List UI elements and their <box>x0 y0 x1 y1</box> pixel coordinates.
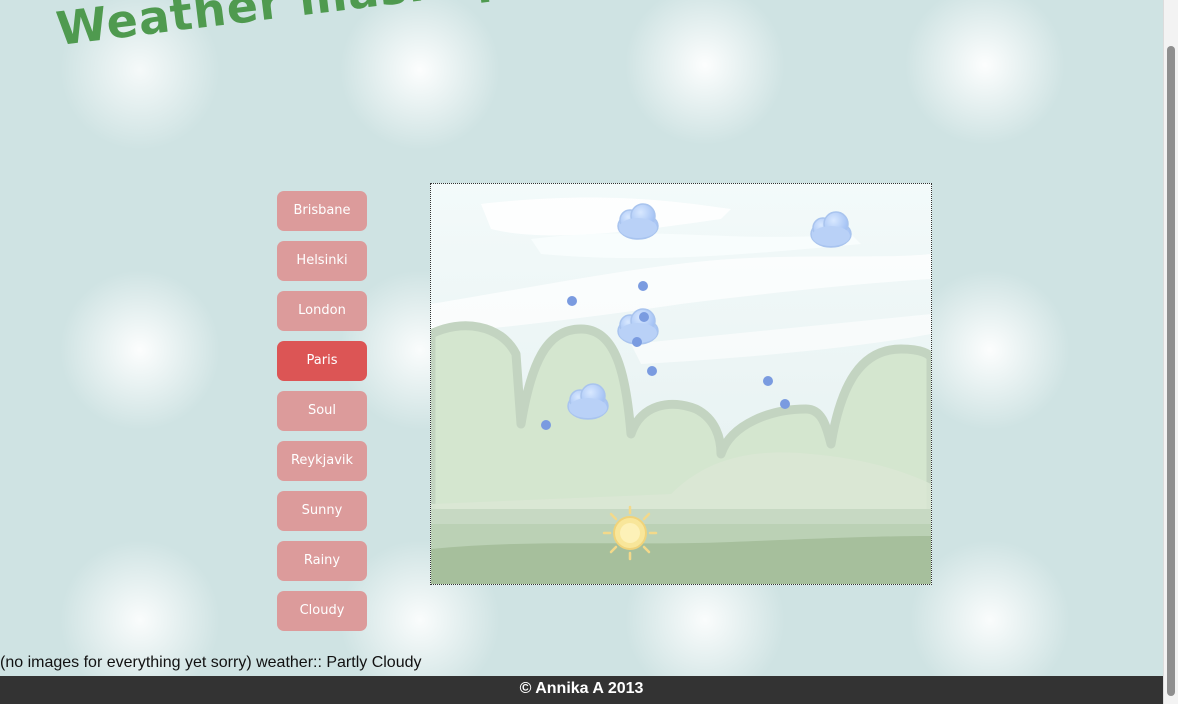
city-button-paris[interactable]: Paris <box>277 341 367 381</box>
vertical-scrollbar[interactable] <box>1163 0 1178 704</box>
footer: © Annika A 2013 <box>0 676 1163 704</box>
raindrop-icon <box>638 281 648 291</box>
raindrop-icon <box>541 420 551 430</box>
city-button-london[interactable]: London <box>277 291 367 331</box>
raindrop-icon <box>639 312 649 322</box>
scrollbar-thumb[interactable] <box>1167 46 1175 696</box>
city-button-brisbane[interactable]: Brisbane <box>277 191 367 231</box>
weather-button-rainy[interactable]: Rainy <box>277 541 367 581</box>
city-menu: Brisbane Helsinki London Paris Soul Reyk… <box>277 191 367 641</box>
raindrop-icon <box>780 399 790 409</box>
city-button-reykjavik[interactable]: Reykjavik <box>277 441 367 481</box>
weather-button-cloudy[interactable]: Cloudy <box>277 591 367 631</box>
weather-scene[interactable] <box>430 183 932 585</box>
raindrop-icon <box>567 296 577 306</box>
city-button-soul[interactable]: Soul <box>277 391 367 431</box>
weather-status: (no images for everything yet sorry) wea… <box>0 654 422 671</box>
raindrop-icon <box>632 337 642 347</box>
page-title: Weather mashup 1.01 <box>53 0 644 56</box>
copyright-text: © Annika A 2013 <box>519 680 644 697</box>
city-button-helsinki[interactable]: Helsinki <box>277 241 367 281</box>
raindrop-icon <box>763 376 773 386</box>
raindrop-icon <box>647 366 657 376</box>
weather-button-sunny[interactable]: Sunny <box>277 491 367 531</box>
weather-scene-image <box>431 184 931 584</box>
